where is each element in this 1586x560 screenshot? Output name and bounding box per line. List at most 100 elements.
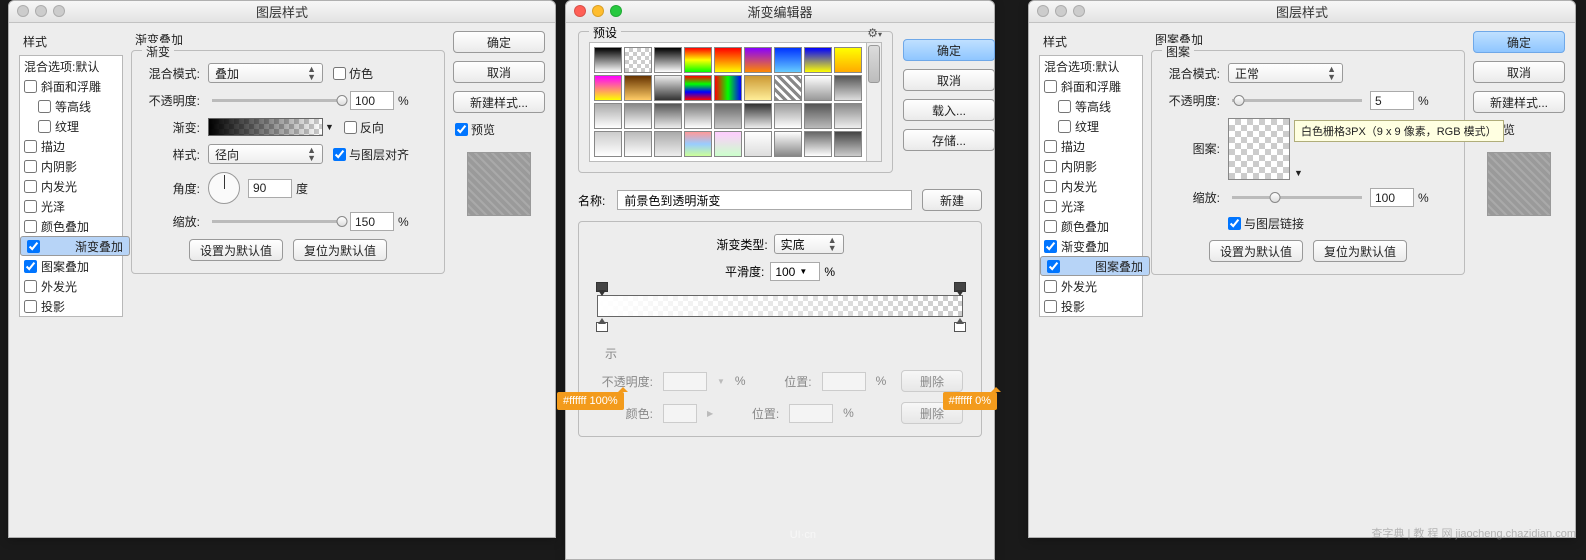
gear-icon[interactable]: ⚙▾ bbox=[867, 26, 882, 40]
traffic-min-icon[interactable] bbox=[35, 5, 47, 17]
sidebar-item[interactable]: 等高线 bbox=[1040, 96, 1142, 116]
reset-default-button[interactable]: 复位为默认值 bbox=[1313, 240, 1407, 262]
ok-button[interactable]: 确定 bbox=[903, 39, 995, 61]
preset-swatch[interactable] bbox=[774, 75, 802, 101]
smoothness-input[interactable]: 100▼ bbox=[770, 262, 820, 281]
chevron-down-icon[interactable]: ▼ bbox=[325, 122, 334, 132]
preset-swatch[interactable] bbox=[684, 47, 712, 73]
new-button[interactable]: 新建 bbox=[922, 189, 982, 211]
opacity-stop-left[interactable] bbox=[596, 282, 606, 294]
preset-swatch[interactable] bbox=[684, 103, 712, 129]
sidebar-item[interactable]: 内阴影 bbox=[1040, 156, 1142, 176]
reset-default-button[interactable]: 复位为默认值 bbox=[293, 239, 387, 261]
styles-list[interactable]: 混合选项:默认斜面和浮雕等高线纹理描边内阴影内发光光泽颜色叠加渐变叠加图案叠加外… bbox=[1039, 55, 1143, 317]
traffic-close-icon[interactable] bbox=[1037, 5, 1049, 17]
traffic-close-icon[interactable] bbox=[574, 5, 586, 17]
sidebar-item[interactable]: 等高线 bbox=[20, 96, 122, 116]
traffic-zoom-icon[interactable] bbox=[610, 5, 622, 17]
sidebar-item[interactable]: 内阴影 bbox=[20, 156, 122, 176]
style-select[interactable]: 径向▲▼ bbox=[208, 144, 323, 164]
preset-swatch[interactable] bbox=[654, 75, 682, 101]
sidebar-item[interactable]: 纹理 bbox=[20, 116, 122, 136]
preset-swatch[interactable] bbox=[654, 47, 682, 73]
make-default-button[interactable]: 设置为默认值 bbox=[189, 239, 283, 261]
sidebar-item[interactable]: 外发光 bbox=[1040, 276, 1142, 296]
cancel-button[interactable]: 取消 bbox=[453, 61, 545, 83]
sidebar-item[interactable]: 图案叠加 bbox=[20, 256, 122, 276]
traffic-zoom-icon[interactable] bbox=[53, 5, 65, 17]
cancel-button[interactable]: 取消 bbox=[1473, 61, 1565, 83]
preset-swatch[interactable] bbox=[714, 131, 742, 157]
styles-list[interactable]: 混合选项:默认斜面和浮雕等高线纹理描边内阴影内发光光泽颜色叠加渐变叠加图案叠加外… bbox=[19, 55, 123, 317]
preset-swatch[interactable] bbox=[744, 131, 772, 157]
blend-mode-select[interactable]: 叠加▲▼ bbox=[208, 63, 323, 83]
sidebar-item[interactable]: 投影 bbox=[20, 296, 122, 316]
preset-swatch[interactable] bbox=[594, 131, 622, 157]
preset-swatch[interactable] bbox=[804, 47, 832, 73]
sidebar-item[interactable]: 斜面和浮雕 bbox=[20, 76, 122, 96]
traffic-close-icon[interactable] bbox=[17, 5, 29, 17]
name-input[interactable]: 前景色到透明渐变 bbox=[617, 190, 912, 210]
new-style-button[interactable]: 新建样式... bbox=[453, 91, 545, 113]
scale-input[interactable]: 150 bbox=[350, 212, 394, 231]
preset-swatch[interactable] bbox=[654, 103, 682, 129]
opacity-slider[interactable] bbox=[1232, 99, 1362, 102]
preset-swatch[interactable] bbox=[594, 103, 622, 129]
sidebar-item[interactable]: 描边 bbox=[1040, 136, 1142, 156]
blend-mode-select[interactable]: 正常▲▼ bbox=[1228, 63, 1343, 83]
opacity-stop-right[interactable] bbox=[954, 282, 964, 294]
preset-swatch[interactable] bbox=[714, 47, 742, 73]
scale-slider[interactable] bbox=[212, 220, 342, 223]
preset-swatch[interactable] bbox=[594, 47, 622, 73]
gradient-bar[interactable] bbox=[597, 295, 963, 319]
opacity-slider[interactable] bbox=[212, 99, 342, 102]
cancel-button[interactable]: 取消 bbox=[903, 69, 995, 91]
dither-checkbox[interactable]: 仿色 bbox=[333, 65, 373, 82]
preset-swatch[interactable] bbox=[744, 75, 772, 101]
preset-swatch[interactable] bbox=[654, 131, 682, 157]
sidebar-item[interactable]: 光泽 bbox=[1040, 196, 1142, 216]
sidebar-item[interactable]: 渐变叠加 bbox=[1040, 236, 1142, 256]
preset-swatch[interactable] bbox=[804, 103, 832, 129]
preset-swatch[interactable] bbox=[624, 103, 652, 129]
opacity-input[interactable]: 100 bbox=[350, 91, 394, 110]
sidebar-item[interactable]: 图案叠加 bbox=[1040, 256, 1150, 276]
make-default-button[interactable]: 设置为默认值 bbox=[1209, 240, 1303, 262]
preset-swatch[interactable] bbox=[774, 47, 802, 73]
scale-input[interactable]: 100 bbox=[1370, 188, 1414, 207]
opacity-input[interactable]: 5 bbox=[1370, 91, 1414, 110]
sidebar-item[interactable]: 内发光 bbox=[1040, 176, 1142, 196]
scrollbar[interactable] bbox=[867, 42, 882, 162]
preset-swatch[interactable] bbox=[624, 75, 652, 101]
sidebar-item[interactable]: 颜色叠加 bbox=[1040, 216, 1142, 236]
save-button[interactable]: 存储... bbox=[903, 129, 995, 151]
sidebar-item[interactable]: 混合选项:默认 bbox=[20, 56, 122, 76]
sidebar-item[interactable]: 颜色叠加 bbox=[20, 216, 122, 236]
preset-grid[interactable] bbox=[589, 42, 867, 162]
sidebar-item[interactable]: 光泽 bbox=[20, 196, 122, 216]
pattern-swatch[interactable] bbox=[1228, 118, 1290, 180]
preset-swatch[interactable] bbox=[714, 75, 742, 101]
align-checkbox[interactable]: 与图层对齐 bbox=[333, 146, 409, 163]
sidebar-item[interactable]: 混合选项:默认 bbox=[1040, 56, 1142, 76]
preset-swatch[interactable] bbox=[714, 103, 742, 129]
sidebar-item[interactable]: 斜面和浮雕 bbox=[1040, 76, 1142, 96]
gradient-type-select[interactable]: 实底▲▼ bbox=[774, 234, 844, 254]
scale-slider[interactable] bbox=[1232, 196, 1362, 199]
gradient-swatch[interactable] bbox=[208, 118, 323, 136]
preset-swatch[interactable] bbox=[624, 131, 652, 157]
preset-swatch[interactable] bbox=[684, 75, 712, 101]
angle-dial[interactable] bbox=[208, 172, 240, 204]
sidebar-item[interactable]: 纹理 bbox=[1040, 116, 1142, 136]
preset-swatch[interactable] bbox=[774, 131, 802, 157]
sidebar-item[interactable]: 渐变叠加 bbox=[20, 236, 130, 256]
preset-swatch[interactable] bbox=[834, 131, 862, 157]
sidebar-item[interactable]: 外发光 bbox=[20, 276, 122, 296]
preset-swatch[interactable] bbox=[624, 47, 652, 73]
preset-swatch[interactable] bbox=[744, 103, 772, 129]
ok-button[interactable]: 确定 bbox=[453, 31, 545, 53]
sidebar-item[interactable]: 描边 bbox=[20, 136, 122, 156]
link-checkbox[interactable]: 与图层链接 bbox=[1228, 215, 1304, 232]
sidebar-item[interactable]: 投影 bbox=[1040, 296, 1142, 316]
traffic-zoom-icon[interactable] bbox=[1073, 5, 1085, 17]
